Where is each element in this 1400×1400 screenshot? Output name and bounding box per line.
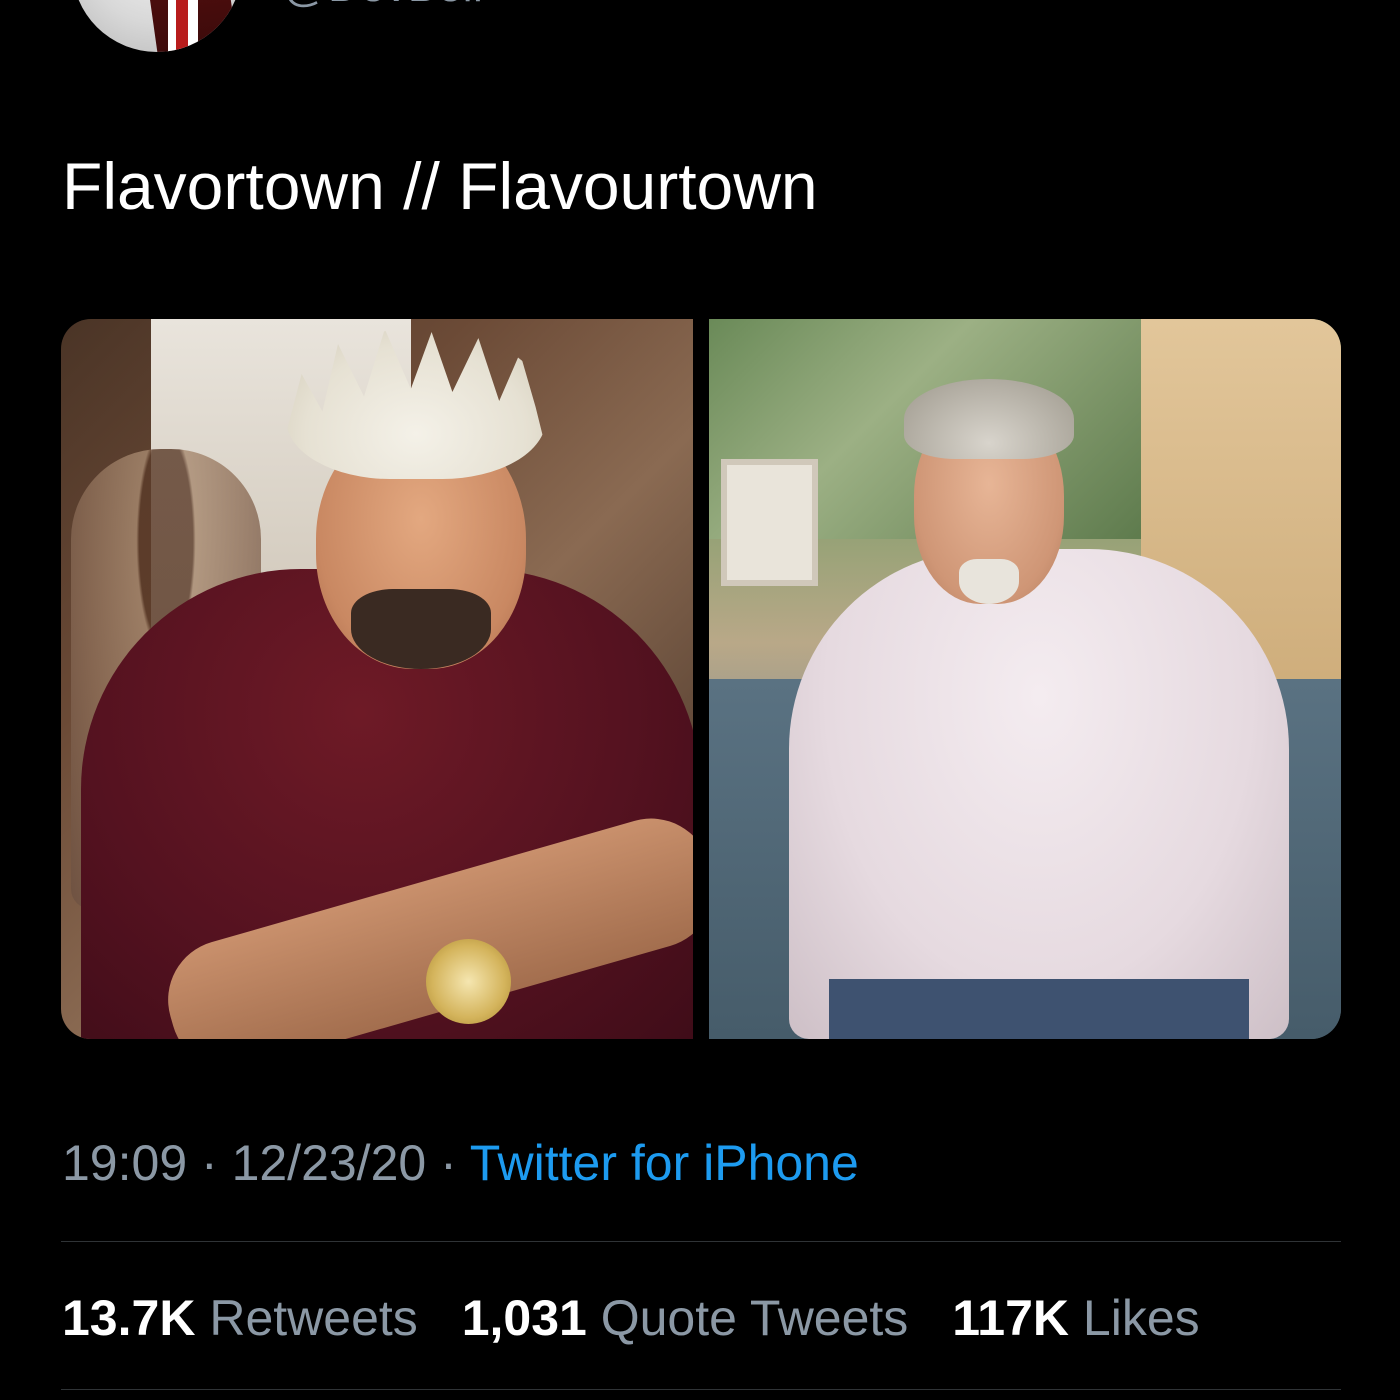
likes-count: 117K [952, 1290, 1069, 1346]
retweets-count: 13.7K [62, 1290, 196, 1346]
photo-subject-watch [426, 939, 511, 1024]
retweets-label: Retweets [209, 1290, 418, 1346]
photo-subject-hair [904, 379, 1074, 459]
divider [61, 1241, 1341, 1242]
photo-subject-shirt [789, 549, 1289, 1039]
tweet-time[interactable]: 19:09 [62, 1135, 187, 1191]
avatar[interactable] [72, 0, 242, 52]
photo-subject-goatee [959, 559, 1019, 604]
quote-tweets-count: 1,031 [461, 1290, 587, 1346]
avatar-tie [176, 0, 188, 52]
tweet-source-link[interactable]: Twitter for iPhone [470, 1135, 859, 1191]
tweet-text: Flavortown // Flavourtown [62, 149, 818, 223]
quote-tweets-stat[interactable]: 1,031 Quote Tweets [462, 1288, 909, 1348]
likes-stat[interactable]: 117K Likes [952, 1288, 1199, 1348]
likes-label: Likes [1082, 1290, 1200, 1346]
tweet-stats: 13.7K Retweets 1,031 Quote Tweets 117K L… [62, 1288, 1230, 1348]
photo-left[interactable] [61, 319, 693, 1039]
quote-tweets-label: Quote Tweets [600, 1290, 909, 1346]
photo-right[interactable] [709, 319, 1341, 1039]
retweets-stat[interactable]: 13.7K Retweets [62, 1288, 418, 1348]
photo-subject-goatee [351, 589, 491, 669]
meta-separator: · [426, 1135, 470, 1191]
media-grid [61, 319, 1341, 1039]
photo-background-frame [721, 459, 818, 586]
photo-subject-jeans [829, 979, 1249, 1039]
author-handle[interactable]: @DevBell [283, 0, 483, 12]
divider [61, 1389, 1341, 1390]
tweet-meta: 19:09 · 12/23/20 · Twitter for iPhone [62, 1133, 859, 1193]
meta-separator: · [187, 1135, 232, 1191]
tweet-date[interactable]: 12/23/20 [232, 1135, 427, 1191]
